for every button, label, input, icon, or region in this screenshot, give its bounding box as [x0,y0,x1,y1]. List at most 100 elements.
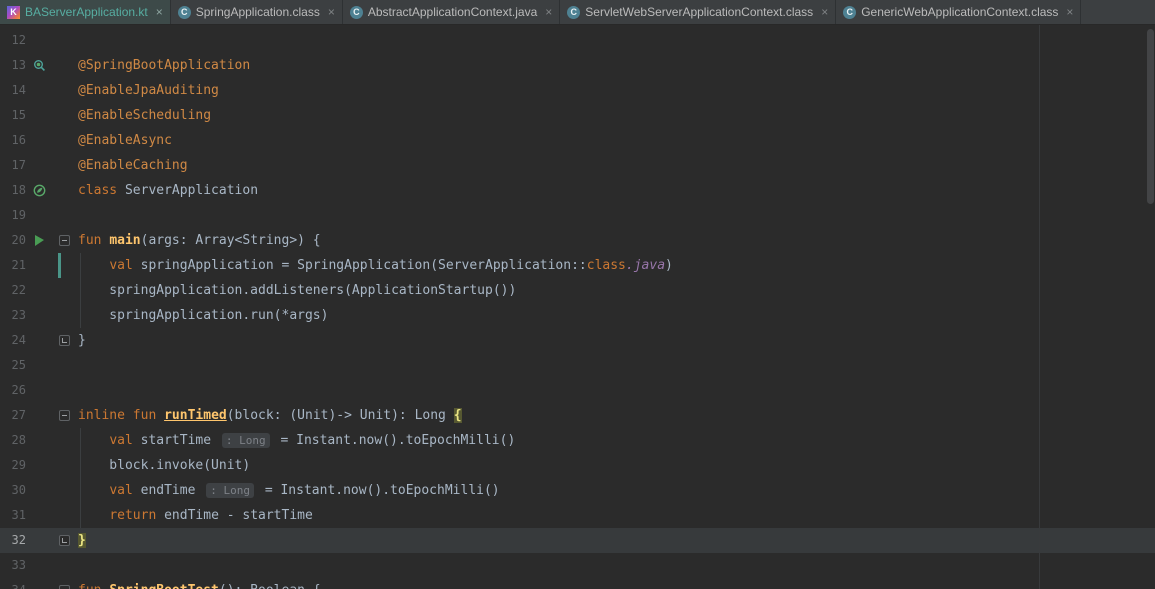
kotlin-file-icon: K [7,5,20,19]
tab-SpringApplication.class[interactable]: C SpringApplication.class × [171,0,343,24]
code-line-27[interactable]: 27 inline fun runTimed(block: (Unit)-> Un… [0,403,1155,428]
gutter-icon-slot [26,578,54,589]
code-line-25[interactable]: 25 [0,353,1155,378]
fold-slot [54,128,75,153]
gutter-icon-slot [26,328,54,353]
line-number[interactable]: 26 [0,378,26,403]
tab-BAServerApplication.kt[interactable]: K BAServerApplication.kt × [0,0,171,24]
code-line-28[interactable]: 28 val startTime : Long = Instant.now().… [0,428,1155,453]
close-icon[interactable]: × [156,5,163,19]
spring-bean-icon[interactable] [33,184,46,197]
line-number[interactable]: 34 [0,578,26,589]
code-line-19[interactable]: 19 [0,203,1155,228]
fold-end-icon[interactable] [59,335,70,346]
line-number[interactable]: 25 [0,353,26,378]
code-line-23[interactable]: 23 springApplication.run(*args) [0,303,1155,328]
code-line-33[interactable]: 33 [0,553,1155,578]
line-number[interactable]: 19 [0,203,26,228]
java-class-icon: C [567,5,581,19]
code-line-15[interactable]: 15 @EnableScheduling [0,103,1155,128]
line-number[interactable]: 17 [0,153,26,178]
code-token: = Instant.now().toEpochMilli() [257,483,500,498]
gutter-icon-slot [26,478,54,503]
code-line-16[interactable]: 16 @EnableAsync [0,128,1155,153]
line-number[interactable]: 22 [0,278,26,303]
line-number[interactable]: 29 [0,453,26,478]
code-line-17[interactable]: 17 @EnableCaching [0,153,1155,178]
code-line-21[interactable]: 21 val springApplication = SpringApplica… [0,253,1155,278]
line-number[interactable]: 15 [0,103,26,128]
code-token: main [109,233,141,248]
fold-start-icon[interactable] [59,585,70,589]
line-number[interactable]: 12 [0,28,26,53]
gutter-icon-slot [26,403,54,428]
close-icon[interactable]: × [1066,5,1073,19]
line-number[interactable]: 33 [0,553,26,578]
code-line-22[interactable]: 22 springApplication.addListeners(Applic… [0,278,1155,303]
code-text: fun SpringBootTest(): Boolean { [78,578,321,589]
close-icon[interactable]: × [545,5,552,19]
code-line-24[interactable]: 24} [0,328,1155,353]
code-line-32[interactable]: 32} [0,528,1155,553]
code-token: endTime [132,483,204,498]
code-line-20[interactable]: 20 fun main(args: Array<String>) { [0,228,1155,253]
tab-AbstractApplicationContext.java[interactable]: C AbstractApplicationContext.java × [343,0,561,24]
code-text: @EnableJpaAuditing [78,78,219,103]
line-number[interactable]: 13 [0,53,26,78]
gutter-icon-slot [26,253,54,278]
run-icon[interactable] [35,235,44,246]
line-number[interactable]: 18 [0,178,26,203]
spring-boot-icon[interactable] [33,59,46,72]
fold-slot [54,428,75,453]
code-line-31[interactable]: 31 return endTime - startTime [0,503,1155,528]
fold-slot [54,228,75,253]
code-line-14[interactable]: 14 @EnableJpaAuditing [0,78,1155,103]
scrollbar[interactable] [1145,25,1155,589]
line-number[interactable]: 32 [0,528,26,553]
gutter-icon-slot [26,278,54,303]
code-line-13[interactable]: 13 @SpringBootApplication [0,53,1155,78]
line-number[interactable]: 20 [0,228,26,253]
code-token: (args: Array<String>) { [140,233,321,248]
line-number[interactable]: 24 [0,328,26,353]
tab-GenericWebApplicationContext.class[interactable]: C GenericWebApplicationContext.class × [836,0,1082,24]
code-text: } [78,528,86,553]
code-line-30[interactable]: 30 val endTime : Long = Instant.now().to… [0,478,1155,503]
code-text: block.invoke(Unit) [78,453,250,478]
code-text: @EnableScheduling [78,103,211,128]
code-line-12[interactable]: 12 [0,28,1155,53]
tab-ServletWebServerApplicationContext.class[interactable]: C ServletWebServerApplicationContext.clas… [560,0,837,24]
fold-slot [54,503,75,528]
line-number[interactable]: 30 [0,478,26,503]
code-line-29[interactable]: 29 block.invoke(Unit) [0,453,1155,478]
code-token: block.invoke(Unit) [78,458,251,473]
fold-start-icon[interactable] [59,235,70,246]
scrollbar-thumb[interactable] [1147,29,1154,204]
code-token: val [109,483,133,498]
close-icon[interactable]: × [328,5,335,19]
line-number[interactable]: 28 [0,428,26,453]
code-line-18[interactable]: 18 class ServerApplication [0,178,1155,203]
code-token: = Instant.now().toEpochMilli() [272,433,516,448]
line-number[interactable]: 14 [0,78,26,103]
code-token: ) [665,258,673,273]
code-text: @SpringBootApplication [78,53,250,78]
line-number[interactable]: 16 [0,128,26,153]
code-line-34[interactable]: 34 fun SpringBootTest(): Boolean { [0,578,1155,589]
code-line-26[interactable]: 26 [0,378,1155,403]
fold-start-icon[interactable] [59,410,70,421]
line-number[interactable]: 31 [0,503,26,528]
code-text: } [78,328,86,353]
fold-slot [54,28,75,53]
editor[interactable]: 12 13 @SpringBootApplication 14 @EnableJpaAu… [0,25,1155,589]
line-number[interactable]: 23 [0,303,26,328]
line-number[interactable]: 27 [0,403,26,428]
ide-window: K BAServerApplication.kt × C SpringApplicati… [0,0,1155,589]
line-number[interactable]: 21 [0,253,26,278]
code-text: val endTime : Long = Instant.now().toEpo… [78,478,500,503]
gutter-icon-slot [26,353,54,378]
close-icon[interactable]: × [821,5,828,19]
fold-end-icon[interactable] [59,535,70,546]
